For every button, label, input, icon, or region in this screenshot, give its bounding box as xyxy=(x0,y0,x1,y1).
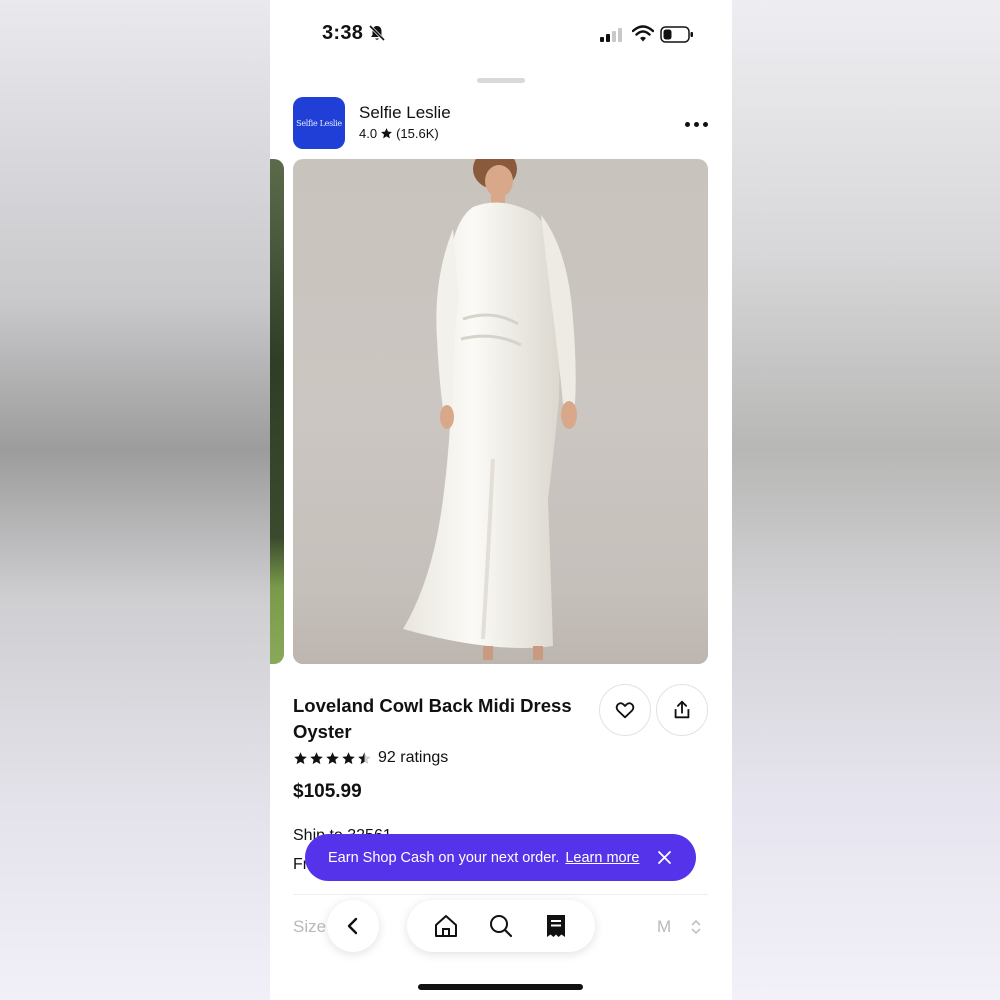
size-selector[interactable]: M xyxy=(657,917,671,937)
product-price: $105.99 xyxy=(293,781,362,802)
nav-search-button[interactable] xyxy=(485,910,517,942)
phone-screen: 3:38 Selfie Leslie Selfie Leslie 4.0 (15… xyxy=(270,0,732,1000)
more-options-button[interactable] xyxy=(680,112,712,136)
search-icon xyxy=(489,915,513,938)
back-button[interactable] xyxy=(327,900,379,952)
store-name[interactable]: Selfie Leslie xyxy=(359,103,451,123)
product-image[interactable] xyxy=(293,159,708,664)
ratings-count: 92 ratings xyxy=(378,749,449,766)
sheet-handle[interactable] xyxy=(477,78,525,83)
rating-stars xyxy=(293,751,372,766)
store-logo-text: Selfie Leslie xyxy=(296,118,342,128)
store-review-count: (15.6K) xyxy=(396,126,439,141)
bell-off-icon xyxy=(368,24,386,42)
product-rating[interactable]: 92 ratings xyxy=(293,749,448,767)
nav-home-button[interactable] xyxy=(430,910,462,942)
size-label: Size xyxy=(293,917,327,936)
orders-icon xyxy=(546,915,565,937)
blurred-background-right xyxy=(732,0,1000,1000)
heart-icon xyxy=(615,702,635,719)
blurred-background-left xyxy=(0,0,270,1000)
divider xyxy=(293,894,708,895)
nav-orders-button[interactable] xyxy=(540,910,572,942)
battery-icon xyxy=(660,26,693,43)
store-rating: 4.0 (15.6K) xyxy=(359,126,439,141)
star-filled-icon xyxy=(294,751,307,764)
star-filled-icon xyxy=(310,751,323,764)
store-logo[interactable]: Selfie Leslie xyxy=(293,97,345,149)
shop-cash-toast: Earn Shop Cash on your next order. Learn… xyxy=(305,834,696,881)
more-dot-icon xyxy=(684,121,690,127)
signal-icon xyxy=(600,28,622,42)
product-title: Loveland Cowl Back Midi Dress Oyster xyxy=(293,695,572,742)
home-indicator[interactable] xyxy=(418,984,583,990)
star-filled-icon xyxy=(342,751,355,764)
star-icon xyxy=(381,128,392,139)
star-filled-icon xyxy=(326,751,339,764)
share-button[interactable] xyxy=(656,684,708,736)
dress-photo xyxy=(293,159,708,664)
store-rating-value: 4.0 xyxy=(359,126,378,141)
bottom-nav-bar xyxy=(407,900,595,952)
status-time: 3:38 xyxy=(322,22,364,44)
wifi-icon xyxy=(632,25,654,42)
more-dot-icon xyxy=(693,121,699,127)
toast-message: Earn Shop Cash on your next order. xyxy=(328,849,560,866)
star-half-icon xyxy=(358,751,371,764)
previous-product-image[interactable] xyxy=(270,159,284,664)
back-icon xyxy=(347,917,358,935)
share-icon xyxy=(674,700,690,719)
close-icon[interactable] xyxy=(657,850,672,865)
learn-more-link[interactable]: Learn more xyxy=(565,850,639,866)
chevron-up-down-icon[interactable] xyxy=(690,918,702,936)
favorite-button[interactable] xyxy=(599,684,651,736)
home-icon xyxy=(435,915,458,937)
more-dot-icon xyxy=(702,121,708,127)
